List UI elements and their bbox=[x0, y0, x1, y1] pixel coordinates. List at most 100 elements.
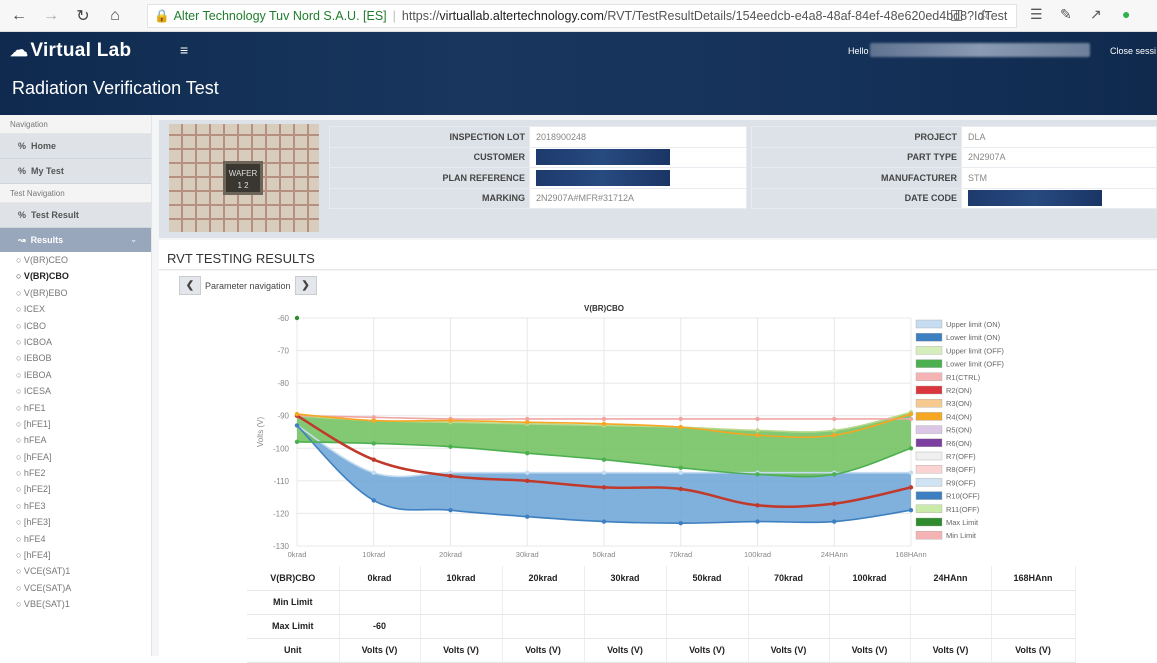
sidebar-param-item[interactable]: ○ [hFE1] bbox=[0, 416, 151, 432]
sidebar-item-label: My Test bbox=[31, 166, 64, 176]
results-data-table: V(BR)CBO 0krad 10krad 20krad 30krad 50krad 70k… bbox=[247, 566, 1076, 663]
back-icon[interactable]: ← bbox=[6, 3, 32, 29]
data-point bbox=[832, 416, 837, 422]
sidebar-param-item[interactable]: ○ ICBOA bbox=[0, 334, 151, 350]
sidebar-param-item[interactable]: ○ hFE1 bbox=[0, 400, 151, 416]
url-prefix: https:// bbox=[401, 9, 440, 23]
data-point bbox=[832, 433, 837, 438]
sidebar-param-item[interactable]: ○ [hFE3] bbox=[0, 514, 151, 530]
legend-swatch bbox=[915, 464, 943, 474]
data-point bbox=[908, 411, 914, 417]
legend-label: R6(ON) bbox=[946, 439, 972, 448]
table-cell: Volts (V) bbox=[666, 638, 749, 663]
marking-value: 2N2907A#MFR#31712A bbox=[529, 187, 747, 209]
sidebar-param-item[interactable]: ○ [hFE4] bbox=[0, 547, 151, 563]
next-parameter-button[interactable]: ❯ bbox=[294, 276, 317, 295]
x-tick-label: 0krad bbox=[288, 550, 307, 559]
sidebar-param-item[interactable]: ○ hFE4 bbox=[0, 531, 151, 547]
info-label: PLAN REFERENCE bbox=[329, 167, 530, 189]
extension-icon[interactable]: ● bbox=[1122, 6, 1130, 22]
sidebar-param-item[interactable]: ○ [hFEA] bbox=[0, 449, 151, 465]
legend-label: Lower limit (ON) bbox=[946, 333, 1001, 342]
parameter-list: ○ V(BR)CEO ○ V(BR)CBO ○ V(BR)EBO ○ ICEX ○ IC… bbox=[0, 252, 151, 613]
sidebar-param-item[interactable]: ○ V(BR)CEO bbox=[0, 252, 151, 268]
table-cell: Volts (V) bbox=[502, 638, 585, 663]
sidebar-param-item[interactable]: ○ V(BR)EBO bbox=[0, 285, 151, 301]
data-point bbox=[755, 416, 760, 422]
sidebar-param-item[interactable]: ○ ICEX bbox=[0, 301, 151, 317]
sidebar-param-item[interactable]: ○ hFE2 bbox=[0, 465, 151, 481]
sidebar-param-item[interactable]: ○ [hFE2] bbox=[0, 481, 151, 497]
table-cell bbox=[991, 614, 1076, 639]
menu-toggle-icon[interactable]: ≡ bbox=[180, 42, 188, 58]
app-header: ☁ Virtual Lab ≡ Radiation Verification Te… bbox=[0, 32, 1157, 115]
table-cell bbox=[829, 590, 911, 615]
url-path: /RVT/TestResultDetails/154eedcb-e4a8-48a… bbox=[603, 9, 1008, 23]
legend-swatch bbox=[915, 333, 943, 342]
info-label: CUSTOMER bbox=[329, 146, 530, 168]
sidebar-param-item[interactable]: ○ hFEA bbox=[0, 432, 151, 448]
table-cell: Unit bbox=[247, 638, 340, 663]
table-header-cell: 100krad bbox=[829, 566, 911, 591]
table-cell bbox=[666, 590, 749, 615]
sidebar-param-item[interactable]: ○ V(BR)CBO bbox=[0, 268, 151, 284]
table-header-cell: 30krad bbox=[584, 566, 667, 591]
table-header-row: V(BR)CBO 0krad 10krad 20krad 30krad 50krad 70k… bbox=[247, 566, 1076, 591]
table-cell bbox=[991, 590, 1076, 615]
favorites-list-icon[interactable]: ☰ bbox=[1030, 6, 1043, 23]
sidebar-item-my-test[interactable]: % My Test bbox=[0, 159, 151, 184]
data-point bbox=[908, 507, 914, 513]
sidebar-item-results[interactable]: ↝ Results ⌄ bbox=[0, 228, 151, 252]
sidebar-param-item[interactable]: ○ IEBOB bbox=[0, 350, 151, 366]
data-point bbox=[678, 424, 683, 430]
data-point bbox=[371, 457, 376, 462]
app-logo[interactable]: ☁ Virtual Lab bbox=[10, 40, 131, 62]
pen-icon[interactable]: ✎ bbox=[1060, 6, 1072, 23]
data-point bbox=[371, 418, 376, 423]
customer-value bbox=[529, 146, 747, 168]
sidebar-param-item[interactable]: ○ VCE(SAT)A bbox=[0, 580, 151, 596]
data-point bbox=[832, 472, 837, 477]
legend-swatch bbox=[915, 478, 943, 487]
table-cell bbox=[502, 590, 585, 615]
sidebar-item-home[interactable]: % Home bbox=[0, 134, 151, 159]
info-label: MANUFACTURER bbox=[751, 167, 962, 189]
address-separator: | bbox=[392, 9, 396, 23]
data-point bbox=[755, 472, 760, 477]
data-point bbox=[832, 519, 837, 524]
data-point bbox=[294, 411, 300, 417]
table-cell bbox=[584, 614, 667, 639]
sidebar-item-test-result[interactable]: % Test Result bbox=[0, 203, 151, 228]
test-info-panel: WAFER 1 2 INSPECTION LOT 2018900248 CUSTO… bbox=[159, 120, 1157, 238]
share-icon[interactable]: ↗ bbox=[1090, 6, 1102, 23]
sidebar-param-item[interactable]: ○ VCE(SAT)1 bbox=[0, 563, 151, 579]
manufacturer-value: STM bbox=[961, 167, 1157, 189]
legend-swatch bbox=[915, 319, 943, 329]
close-session-link[interactable]: Close sessi bbox=[1110, 46, 1156, 56]
forward-icon[interactable]: → bbox=[38, 3, 64, 29]
sidebar-param-item[interactable]: ○ ICESA bbox=[0, 383, 151, 399]
sidebar-param-item[interactable]: ○ ICBO bbox=[0, 318, 151, 334]
legend-label: R9(OFF) bbox=[946, 478, 976, 487]
sidebar-param-item[interactable]: ○ hFE3 bbox=[0, 498, 151, 514]
project-value: DLA bbox=[961, 126, 1157, 148]
info-label: PROJECT bbox=[751, 126, 962, 148]
reading-view-icon[interactable]: ◫ bbox=[950, 6, 963, 23]
address-bar[interactable]: 🔒 Alter Technology Tuv Nord S.A.U. [ES] … bbox=[147, 4, 1017, 28]
site-identity: Alter Technology Tuv Nord S.A.U. [ES] bbox=[173, 9, 387, 23]
prev-parameter-button[interactable]: ❮ bbox=[179, 276, 201, 295]
table-cell: Min Limit bbox=[247, 590, 340, 615]
data-point bbox=[448, 444, 453, 449]
sidebar-param-item[interactable]: ○ IEBOA bbox=[0, 367, 151, 383]
table-cell: Volts (V) bbox=[584, 638, 667, 663]
home-icon[interactable]: ⌂ bbox=[102, 3, 128, 29]
sidebar-param-item[interactable]: ○ VBE(SAT)1 bbox=[0, 596, 151, 612]
favorite-star-icon[interactable]: ☆ bbox=[978, 6, 991, 23]
info-label: INSPECTION LOT bbox=[329, 126, 530, 148]
table-header-cell: 0krad bbox=[339, 566, 421, 591]
table-row: Unit Volts (V) Volts (V) Volts (V) Volts (V)… bbox=[247, 638, 1076, 663]
test-navigation-section-label: Test Navigation bbox=[0, 184, 151, 203]
table-cell: Max Limit bbox=[247, 614, 340, 639]
legend-swatch bbox=[915, 359, 943, 368]
refresh-icon[interactable]: ↻ bbox=[70, 3, 96, 29]
